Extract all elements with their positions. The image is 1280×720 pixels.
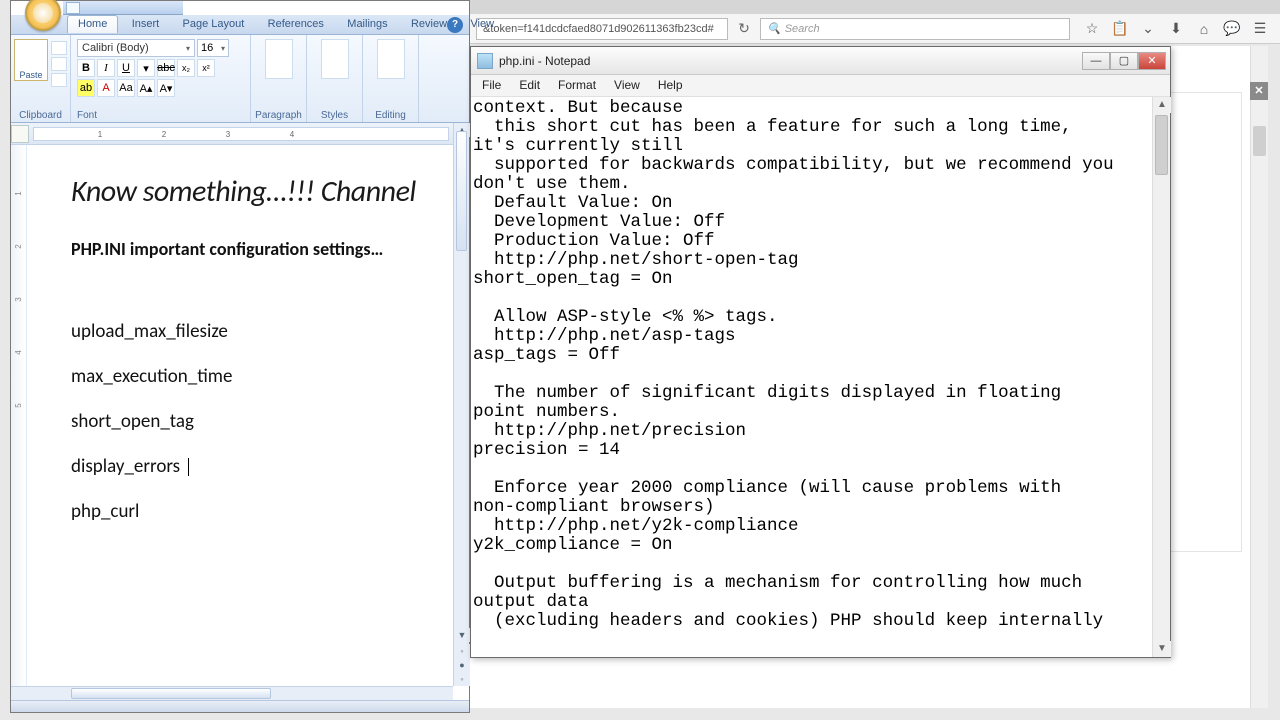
underline-button[interactable]: U (117, 59, 135, 77)
change-case-button[interactable]: Aa (117, 79, 135, 97)
document-page[interactable]: Know something…!!! Channel PHP.INI impor… (27, 145, 453, 686)
menu-view[interactable]: View (605, 75, 649, 96)
word-horizontal-scrollbar[interactable] (11, 686, 453, 700)
menu-edit[interactable]: Edit (510, 75, 549, 96)
copy-icon[interactable] (51, 57, 67, 71)
cut-icon[interactable] (51, 41, 67, 55)
reload-icon[interactable]: ↻ (736, 21, 752, 37)
tab-mailings[interactable]: Mailings (337, 16, 397, 33)
notepad-scrollbar[interactable]: ▲ ▼ (1152, 97, 1170, 657)
doc-subtitle: PHP.INI important configuration settings… (71, 238, 433, 260)
font-size-select[interactable]: 16▾ (197, 39, 229, 57)
underline-more-icon[interactable]: ▾ (137, 59, 155, 77)
word-window: Home Insert Page Layout References Maili… (10, 0, 470, 713)
browser-toolbar: &token=f141dcdcfaed8071d902611363fb23cd#… (470, 14, 1280, 44)
browser-scrollbar[interactable] (1250, 46, 1268, 708)
editing-icon[interactable] (377, 39, 405, 79)
notepad-content: context. But because this short cut has … (471, 97, 1152, 631)
bold-button[interactable]: B (77, 59, 95, 77)
tab-references[interactable]: References (258, 16, 334, 33)
pocket-icon[interactable]: ⌄ (1138, 19, 1158, 39)
strikethrough-button[interactable]: abc (157, 59, 175, 77)
group-paragraph: Paragraph (251, 35, 307, 122)
paragraph-icon[interactable] (265, 39, 293, 79)
font-name-select[interactable]: Calibri (Body)▾ (77, 39, 195, 57)
address-bar[interactable]: &token=f141dcdcfaed8071d902611363fb23cd# (476, 18, 728, 40)
prev-page-icon[interactable]: ◦ (454, 644, 470, 658)
word-status-bar (11, 700, 469, 712)
menu-file[interactable]: File (473, 75, 510, 96)
grow-font-button[interactable]: A▴ (137, 79, 155, 97)
panel-close-icon[interactable]: ✕ (1250, 82, 1268, 100)
word-vertical-scrollbar[interactable]: ▲ ▼ ◦ ● ◦ (453, 123, 469, 686)
maximize-button[interactable]: ▢ (1110, 52, 1138, 70)
italic-button[interactable]: I (97, 59, 115, 77)
shrink-font-button[interactable]: A▾ (157, 79, 175, 97)
tab-insert[interactable]: Insert (122, 16, 170, 33)
menu-icon[interactable]: ☰ (1250, 19, 1270, 39)
ribbon-tabs: Home Insert Page Layout References Maili… (11, 15, 469, 35)
subscript-button[interactable]: x₂ (177, 59, 195, 77)
menu-help[interactable]: Help (649, 75, 692, 96)
styles-icon[interactable] (321, 39, 349, 79)
font-color-button[interactable]: A (97, 79, 115, 97)
notepad-window: php.ini - Notepad — ▢ ✕ File Edit Format… (470, 46, 1171, 658)
doc-line: max_execution_time (71, 365, 433, 388)
tab-selector-icon[interactable] (11, 125, 29, 143)
minimize-button[interactable]: — (1082, 52, 1110, 70)
tab-view[interactable]: View (460, 16, 504, 33)
scroll-down-icon[interactable]: ▼ (454, 628, 470, 642)
notepad-menu: File Edit Format View Help (471, 75, 1170, 97)
group-label: Styles (321, 108, 348, 122)
highlight-button[interactable]: ab (77, 79, 95, 97)
clipboard-icon[interactable]: 📋 (1110, 19, 1130, 39)
horizontal-ruler[interactable]: 1234 (11, 123, 453, 145)
paste-button[interactable]: Paste (14, 39, 48, 81)
close-button[interactable]: ✕ (1138, 52, 1166, 70)
scroll-thumb[interactable] (1155, 115, 1168, 175)
format-painter-icon[interactable] (51, 73, 67, 87)
tab-page-layout[interactable]: Page Layout (173, 16, 255, 33)
star-icon[interactable]: ☆ (1082, 19, 1102, 39)
browser-tabstrip (470, 0, 1280, 14)
doc-title: Know something…!!! Channel (71, 173, 433, 210)
group-styles: Styles (307, 35, 363, 122)
group-font: Calibri (Body)▾ 16▾ B I U ▾ abc x₂ x² ab… (71, 35, 251, 122)
group-label: Font (77, 108, 97, 122)
doc-line: short_open_tag (71, 410, 433, 433)
group-label: Paragraph (255, 108, 302, 122)
notepad-titlebar[interactable]: php.ini - Notepad — ▢ ✕ (471, 47, 1170, 75)
superscript-button[interactable]: x² (197, 59, 215, 77)
scroll-up-icon[interactable]: ▲ (1153, 97, 1171, 113)
next-page-icon[interactable]: ◦ (454, 672, 470, 686)
group-label: Clipboard (19, 108, 62, 122)
quick-access-toolbar[interactable] (63, 1, 183, 15)
tab-home[interactable]: Home (67, 15, 118, 33)
browse-object-icon[interactable]: ● (454, 658, 470, 672)
group-label: Editing (375, 108, 406, 122)
group-editing: Editing (363, 35, 419, 122)
text-cursor-icon (188, 458, 189, 476)
doc-line: php_curl (71, 500, 433, 523)
search-input[interactable]: 🔍 Search (760, 18, 1070, 40)
download-icon[interactable]: ⬇ (1166, 19, 1186, 39)
help-icon[interactable]: ? (447, 17, 463, 33)
menu-format[interactable]: Format (549, 75, 605, 96)
scroll-thumb[interactable] (456, 131, 467, 251)
doc-line: upload_max_filesize (71, 320, 433, 343)
home-icon[interactable]: ⌂ (1194, 19, 1214, 39)
qat-save-icon[interactable] (66, 2, 80, 14)
group-clipboard: Paste Clipboard (11, 35, 71, 122)
scroll-down-icon[interactable]: ▼ (1153, 641, 1171, 657)
doc-line: display_errors (71, 455, 433, 478)
chat-icon[interactable]: 💬 (1222, 19, 1242, 39)
ribbon: Paste Clipboard Calibri (Body)▾ 16▾ B I … (11, 35, 469, 123)
notepad-icon (477, 53, 493, 69)
search-icon: 🔍 (767, 22, 781, 35)
notepad-textarea[interactable]: context. But because this short cut has … (471, 97, 1152, 657)
vertical-ruler[interactable]: 12345 (11, 145, 27, 686)
window-title: php.ini - Notepad (499, 54, 1082, 68)
